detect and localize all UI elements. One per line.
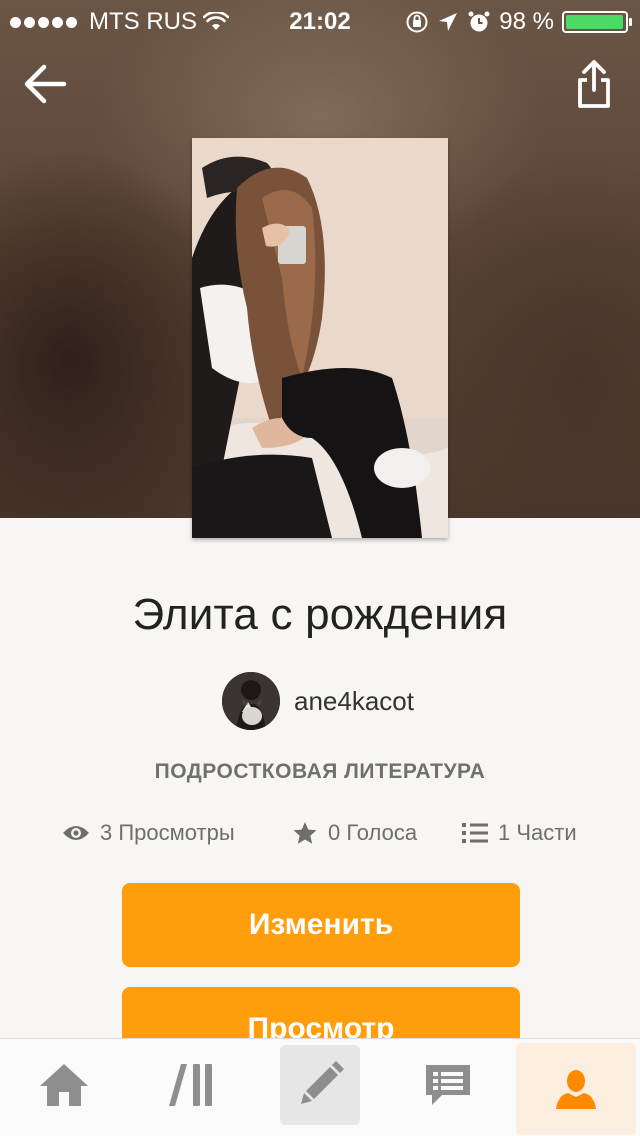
votes-stat: 0 Голоса [292, 820, 417, 846]
write-icon [301, 1061, 344, 1104]
views-count: 3 Просмотры [100, 820, 235, 845]
tab-profile[interactable] [516, 1043, 636, 1135]
eye-icon [63, 826, 89, 840]
story-details-screen: MTS RUS 21:02 98 % Элита с рождения ane4… [0, 0, 640, 1136]
list-icon [462, 823, 488, 843]
votes-count: 0 Голоса [328, 820, 418, 845]
tab-library[interactable] [152, 1045, 232, 1125]
share-button[interactable] [574, 58, 614, 110]
back-button[interactable] [22, 62, 70, 106]
alarm-icon [468, 11, 490, 32]
story-stats: 3 Просмотры 0 Голоса 1 Части [0, 820, 640, 850]
story-title: Элита с рождения [132, 590, 508, 639]
tab-messages[interactable] [408, 1045, 488, 1125]
status-right: 98 % [405, 8, 632, 36]
parts-count: 1 Части [498, 820, 577, 845]
home-icon [40, 1064, 88, 1106]
share-icon [578, 60, 610, 108]
author-row[interactable]: ane4kacot [222, 672, 414, 730]
battery-icon [562, 11, 632, 33]
tab-home[interactable] [24, 1045, 104, 1125]
star-icon [293, 822, 317, 844]
battery-percent: 98 % [499, 8, 554, 35]
story-cover-image[interactable] [192, 138, 448, 538]
location-icon [439, 13, 458, 31]
avatar[interactable] [222, 672, 280, 730]
cover-illustration [192, 138, 448, 538]
tab-write[interactable] [280, 1045, 360, 1125]
edit-button[interactable]: Изменить [122, 883, 520, 967]
status-bar: MTS RUS 21:02 98 % [0, 0, 640, 40]
avatar-image [222, 672, 280, 730]
views-stat: 3 Просмотры [62, 820, 235, 846]
author-name[interactable]: ane4kacot [294, 686, 414, 717]
rotation-lock-icon [406, 11, 428, 33]
arrow-left-icon [24, 64, 67, 104]
parts-stat: 1 Части [462, 820, 577, 846]
messages-icon [426, 1065, 470, 1105]
tab-bar [0, 1038, 640, 1136]
profile-icon [556, 1070, 596, 1109]
category-label[interactable]: ПОДРОСТКОВАЯ ЛИТЕРАТУРА [0, 760, 640, 784]
library-icon [169, 1064, 212, 1106]
